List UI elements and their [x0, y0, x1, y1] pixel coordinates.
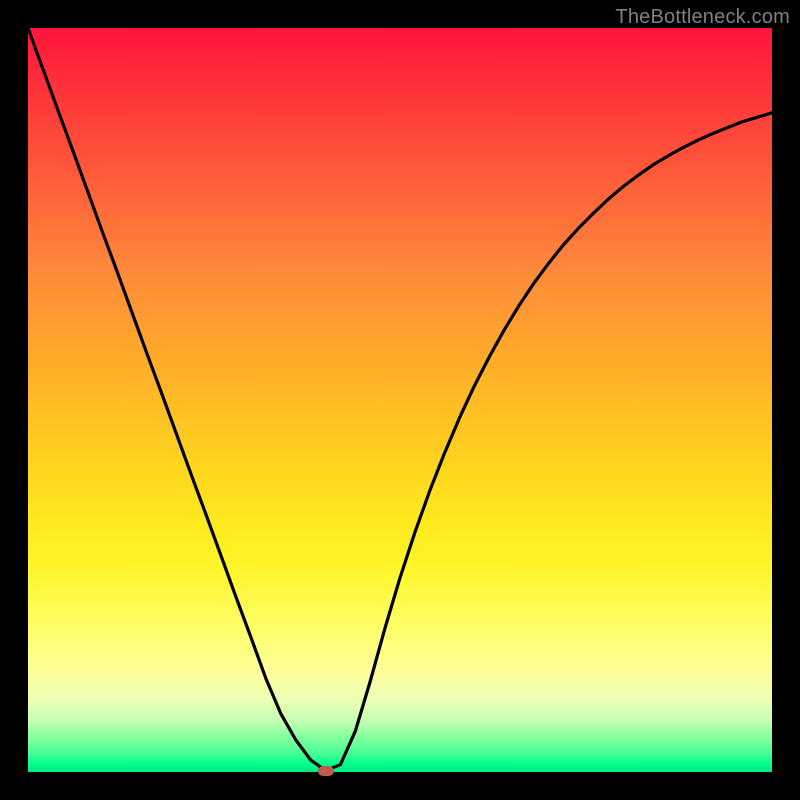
watermark-text: TheBottleneck.com — [615, 6, 790, 29]
minimum-marker — [318, 766, 334, 776]
bottleneck-curve — [28, 28, 772, 772]
plot-area — [28, 28, 772, 772]
chart-frame: TheBottleneck.com — [0, 0, 800, 800]
